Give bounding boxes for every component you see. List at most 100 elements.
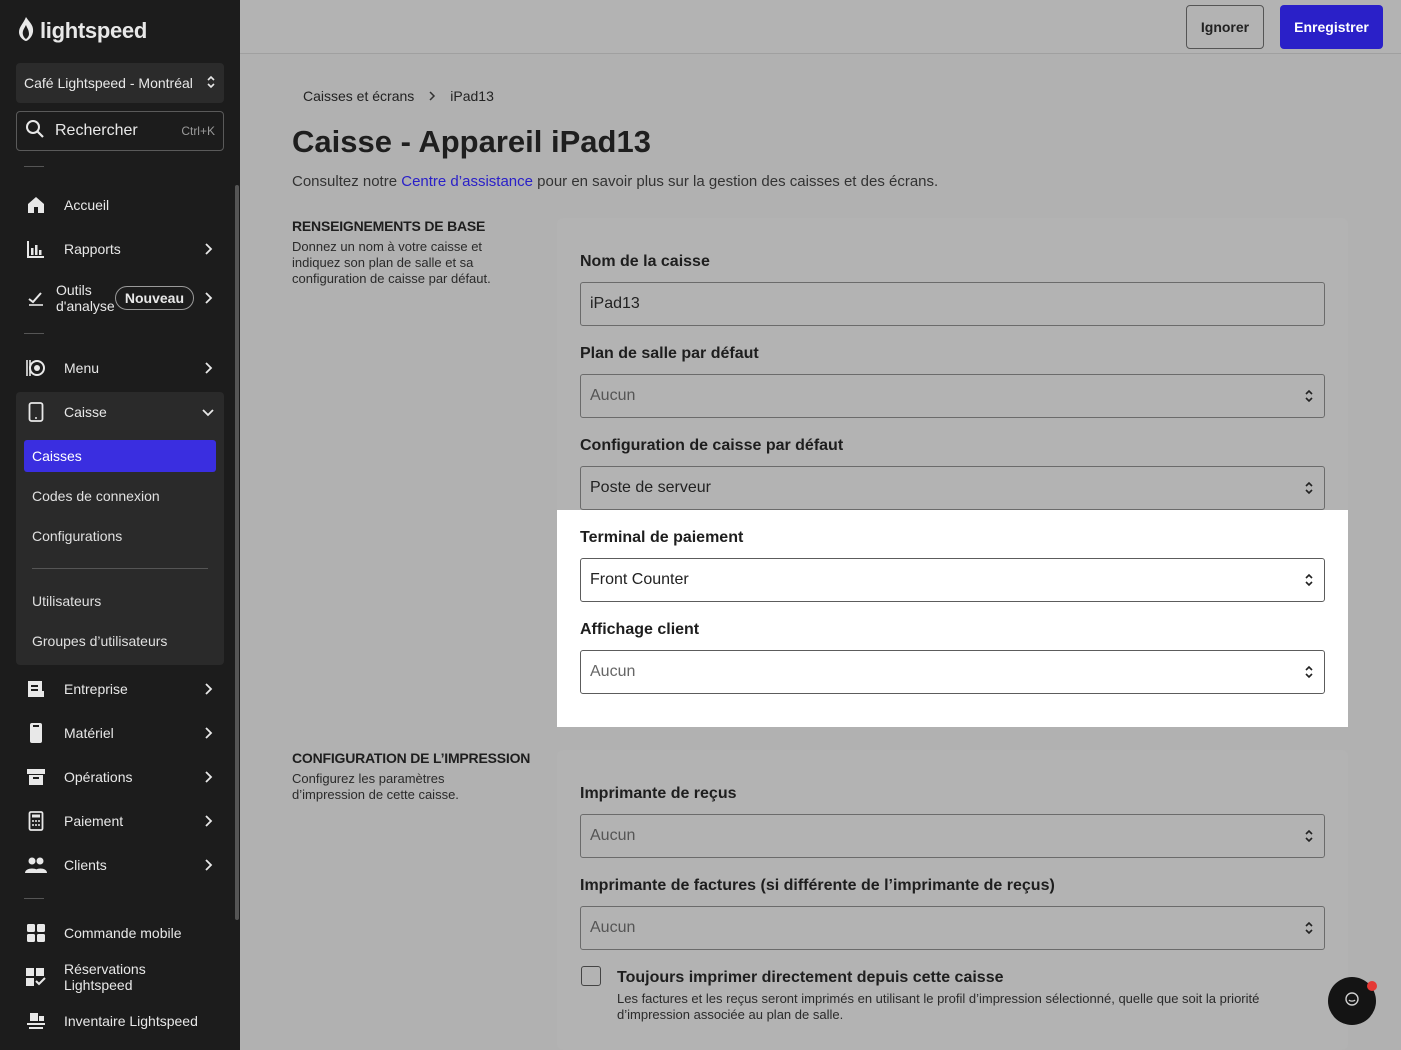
new-badge: Nouveau [114, 286, 194, 310]
device-icon [24, 721, 48, 745]
topbar: Ignorer Enregistrer [240, 0, 1401, 54]
nav-clients[interactable]: Clients [16, 845, 224, 885]
flame-icon [16, 16, 36, 47]
updown-icon [1303, 479, 1315, 497]
grid-icon [24, 921, 48, 945]
chat-icon [1344, 991, 1360, 1012]
nav-rapports[interactable]: Rapports [16, 229, 224, 269]
divider [24, 166, 44, 167]
location-name: Café Lightspeed - Montréal [24, 75, 193, 91]
brand-name: lightspeed [40, 18, 148, 43]
inventory-icon [24, 1009, 48, 1033]
always-print-checkbox[interactable] [581, 966, 601, 986]
invoice-printer-value: Aucun [590, 919, 636, 936]
location-selector[interactable]: Café Lightspeed - Montréal [16, 63, 224, 103]
users-icon [24, 853, 48, 877]
breadcrumb: Caisses et écrans iPad13 [303, 88, 494, 104]
chevron-right-icon [200, 681, 216, 697]
register-name-value: iPad13 [590, 295, 640, 312]
updown-icon [1303, 919, 1315, 937]
subtitle-pre: Consultez notre [292, 173, 402, 190]
nav-operations-label: Opérations [64, 769, 133, 785]
subtitle-post: pour en savoir plus sur la gestion des c… [532, 173, 939, 190]
payment-terminal-value: Front Counter [590, 571, 689, 588]
building-icon [24, 677, 48, 701]
nav-paiement[interactable]: Paiement [16, 801, 224, 841]
bar-chart-icon [24, 237, 48, 261]
nav-clients-label: Clients [64, 857, 107, 873]
breadcrumb-current: iPad13 [450, 88, 494, 104]
receipt-printer-label: Imprimante de reçus [580, 785, 737, 802]
nav-inventaire[interactable]: Inventaire Lightspeed [16, 1001, 224, 1041]
nav-caisse[interactable]: Caisse [16, 392, 224, 432]
archive-icon [24, 765, 48, 789]
page-title: Caisse - Appareil iPad13 [292, 124, 651, 159]
chevron-right-icon [200, 290, 216, 306]
sub-item-utilisateurs[interactable]: Utilisateurs [24, 585, 216, 617]
page-subtitle: Consultez notre Centre d’assistance pour… [292, 173, 938, 190]
brand-logo[interactable]: lightspeed [16, 16, 147, 46]
nav-reservations-label: Réservations Lightspeed [64, 961, 146, 993]
register-config-select[interactable]: Poste de serveur [580, 466, 1325, 510]
receipt-printer-select[interactable]: Aucun [580, 814, 1325, 858]
nav-materiel[interactable]: Matériel [16, 713, 224, 753]
floor-plan-select[interactable]: Aucun [580, 374, 1325, 418]
payment-terminal-select[interactable]: Front Counter [580, 558, 1325, 602]
customer-display-select[interactable]: Aucun [580, 650, 1325, 694]
print-config-description: Configurez les paramètres d’impression d… [292, 771, 459, 802]
chevron-right-icon [200, 857, 216, 873]
updown-icon [1303, 663, 1315, 681]
sub-item-groupes-utilisateurs[interactable]: Groupes d’utilisateurs [24, 625, 216, 657]
nav-paiement-label: Paiement [64, 813, 124, 829]
caisse-group: Caisse Caisses Codes de connexion Config… [16, 392, 224, 665]
analytics-icon [24, 286, 48, 310]
basic-info-heading: RENSEIGNEMENTS DE BASE [292, 218, 486, 234]
ignore-button[interactable]: Ignorer [1186, 5, 1264, 49]
invoice-printer-label: Imprimante de factures (si différente de… [580, 877, 1055, 894]
nav-materiel-label: Matériel [64, 725, 114, 741]
save-button[interactable]: Enregistrer [1280, 5, 1383, 49]
help-center-link[interactable]: Centre d’assistance [401, 173, 533, 190]
customer-display-label: Affichage client [580, 621, 700, 638]
home-icon [24, 193, 48, 217]
chevron-right-icon [428, 88, 436, 104]
chevron-right-icon [200, 769, 216, 785]
print-config-heading: CONFIGURATION DE L’IMPRESSION [292, 750, 531, 766]
nav-accueil[interactable]: Accueil [16, 185, 224, 225]
notification-dot [1367, 981, 1377, 991]
search-icon [25, 119, 45, 144]
nav-inventaire-label: Inventaire Lightspeed [64, 1013, 198, 1029]
invoice-printer-select[interactable]: Aucun [580, 906, 1325, 950]
chevron-right-icon [200, 360, 216, 376]
chevron-right-icon [200, 813, 216, 829]
search-button[interactable]: Rechercher Ctrl+K [16, 111, 224, 151]
basic-info-description: Donnez un nom à votre caisse et indiquez… [292, 239, 491, 286]
nav-menu[interactable]: Menu [16, 348, 224, 388]
nav-entreprise[interactable]: Entreprise [16, 669, 224, 709]
nav-commande-mobile[interactable]: Commande mobile [16, 913, 224, 953]
always-print-label[interactable]: Toujours imprimer directement depuis cet… [617, 969, 1004, 987]
nav-outils-analyse[interactable]: Outils d'analyse Nouveau [16, 277, 224, 319]
breadcrumb-parent[interactable]: Caisses et écrans [303, 88, 414, 104]
divider [24, 898, 44, 899]
payment-terminal-label: Terminal de paiement [580, 529, 744, 546]
chevron-down-icon [200, 404, 216, 420]
updown-icon [1303, 387, 1315, 405]
sub-item-caisses[interactable]: Caisses [24, 440, 216, 472]
sidebar: lightspeed Café Lightspeed - Montréal Re… [0, 0, 240, 1050]
nav-rapports-label: Rapports [64, 241, 121, 257]
search-label: Rechercher [55, 122, 138, 139]
sub-item-configurations[interactable]: Configurations [24, 520, 216, 552]
nav-entreprise-label: Entreprise [64, 681, 128, 697]
nav-outils-label: Outils d'analyse [56, 282, 115, 314]
sub-item-codes-connexion[interactable]: Codes de connexion [24, 480, 216, 512]
always-print-description: Les factures et les reçus seront imprimé… [617, 991, 1260, 1022]
register-name-input[interactable]: iPad13 [580, 282, 1325, 326]
calculator-icon [24, 809, 48, 833]
sidebar-scrollbar[interactable] [235, 185, 239, 920]
nav-operations[interactable]: Opérations [16, 757, 224, 797]
chevron-right-icon [200, 241, 216, 257]
nav-reservations[interactable]: Réservations Lightspeed [16, 957, 224, 997]
nav-accueil-label: Accueil [64, 197, 110, 213]
floor-plan-value: Aucun [590, 387, 636, 404]
